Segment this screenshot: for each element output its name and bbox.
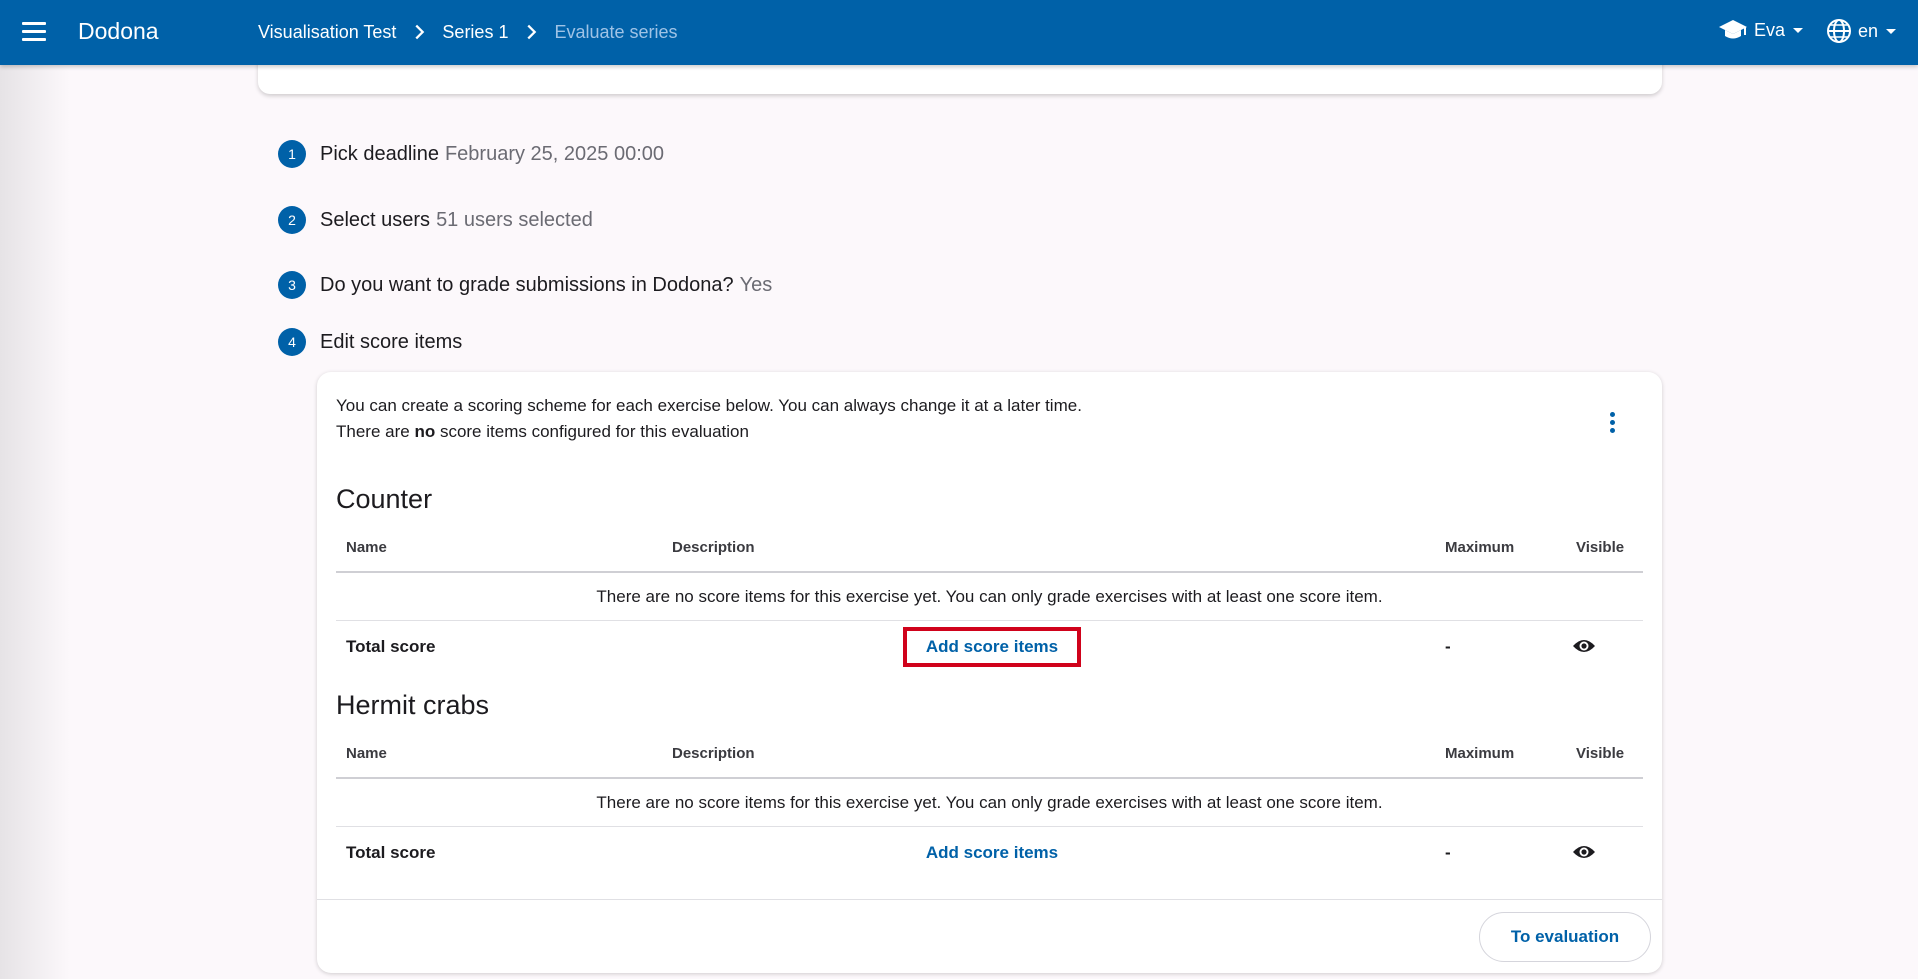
exercise-title: Hermit crabs xyxy=(336,690,490,720)
breadcrumb-current: Evaluate series xyxy=(554,21,678,42)
intro-text-post: score items configured for this evaluati… xyxy=(435,422,749,441)
total-score-label: Total score xyxy=(346,637,436,656)
table-header: Name Description Maximum Visible xyxy=(336,729,1643,779)
hamburger-menu-icon[interactable] xyxy=(22,22,46,42)
more-options-icon[interactable] xyxy=(1607,412,1617,438)
column-visible: Visible xyxy=(1576,539,1625,556)
sidebar-shadow xyxy=(0,65,70,979)
step-number: 3 xyxy=(278,271,306,299)
step-value: Yes xyxy=(739,273,773,296)
step-label: Edit score items xyxy=(320,330,463,353)
step-value: February 25, 2025 00:00 xyxy=(444,142,665,165)
step-grading[interactable]: 3 Do you want to grade submissions in Do… xyxy=(278,271,772,299)
column-maximum: Maximum xyxy=(1445,539,1515,556)
add-score-items-button[interactable]: Add score items xyxy=(903,833,1081,873)
step-label: Do you want to grade submissions in Dodo… xyxy=(320,273,734,296)
breadcrumb-course[interactable]: Visualisation Test xyxy=(258,22,396,43)
total-score-row: Total score Add score items - xyxy=(336,827,1643,879)
intro-text-pre: There are xyxy=(336,422,415,441)
breadcrumb: Visualisation Test Series 1 Evaluate ser… xyxy=(258,21,678,43)
column-name: Name xyxy=(346,745,387,762)
intro-text: You can create a scoring scheme for each… xyxy=(336,393,1082,445)
total-score-label: Total score xyxy=(346,843,436,862)
globe-icon xyxy=(1827,19,1851,43)
intro-line-2: There are no score items configured for … xyxy=(336,419,1082,445)
step-number: 2 xyxy=(278,206,306,234)
breadcrumb-series[interactable]: Series 1 xyxy=(442,22,508,43)
step-value: 51 users selected xyxy=(436,208,593,231)
score-items-card: You can create a scoring scheme for each… xyxy=(317,372,1662,973)
chevron-right-icon xyxy=(415,24,425,40)
column-maximum: Maximum xyxy=(1445,745,1515,762)
column-description: Description xyxy=(672,745,755,762)
exercise-title: Counter xyxy=(336,484,433,514)
column-name: Name xyxy=(346,539,387,556)
maximum-value: - xyxy=(1445,637,1451,656)
empty-row-message: There are no score items for this exerci… xyxy=(336,779,1643,827)
caret-down-icon xyxy=(1793,27,1804,33)
to-evaluation-button[interactable]: To evaluation xyxy=(1479,912,1651,962)
user-menu[interactable]: Eva xyxy=(1718,18,1804,42)
user-name: Eva xyxy=(1754,19,1786,40)
intro-line-1: You can create a scoring scheme for each… xyxy=(336,396,1082,415)
maximum-value: - xyxy=(1445,843,1451,862)
step-number: 4 xyxy=(278,328,306,356)
step-number: 1 xyxy=(278,140,306,168)
step-score-items[interactable]: 4 Edit score items xyxy=(278,328,462,356)
step-label: Select users xyxy=(320,208,431,231)
step-deadline[interactable]: 1 Pick deadline February 25, 2025 00:00 xyxy=(278,140,664,168)
app-title[interactable]: Dodona xyxy=(78,18,159,45)
language-menu[interactable]: en xyxy=(1826,18,1897,44)
score-items-table: Name Description Maximum Visible There a… xyxy=(336,729,1643,879)
total-score-row: Total score Add score items - xyxy=(336,621,1643,673)
language-code: en xyxy=(1858,20,1879,41)
top-app-bar: Dodona Visualisation Test Series 1 Evalu… xyxy=(0,0,1918,65)
step-label: Pick deadline xyxy=(320,142,439,165)
step-users[interactable]: 2 Select users 51 users selected xyxy=(278,206,593,234)
graduation-cap-icon xyxy=(1719,20,1747,39)
table-header: Name Description Maximum Visible xyxy=(336,523,1643,573)
eye-icon[interactable] xyxy=(1572,843,1596,861)
chevron-right-icon xyxy=(527,24,537,40)
card-footer: To evaluation xyxy=(317,899,1662,973)
intro-text-bold: no xyxy=(414,422,436,441)
caret-down-icon xyxy=(1886,28,1897,34)
empty-row-message: There are no score items for this exerci… xyxy=(336,573,1643,621)
column-visible: Visible xyxy=(1576,745,1625,762)
score-items-table: Name Description Maximum Visible There a… xyxy=(336,523,1643,673)
column-description: Description xyxy=(672,539,755,556)
add-score-items-button[interactable]: Add score items xyxy=(903,627,1081,667)
eye-icon[interactable] xyxy=(1572,637,1596,655)
